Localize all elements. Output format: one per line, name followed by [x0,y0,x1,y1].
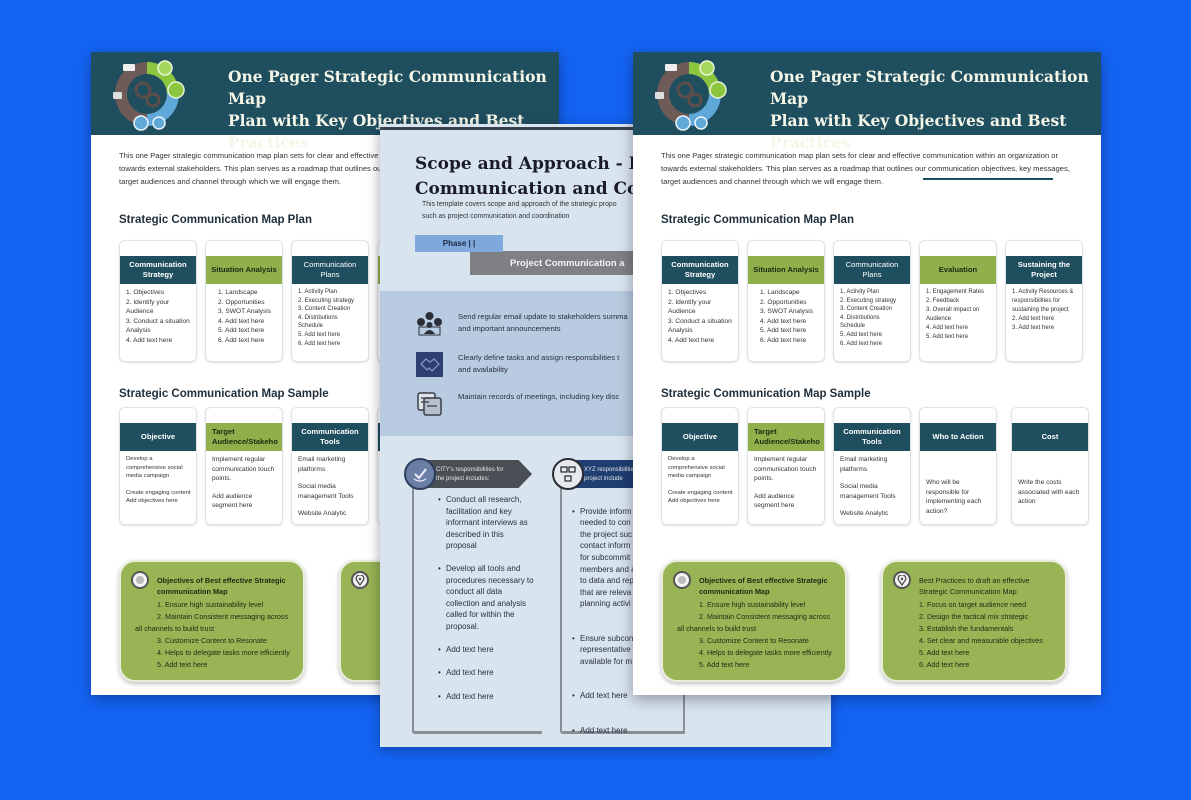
card-body: 1. Activity Plan 2. Executing strategy 3. … [298,289,355,347]
records-icon [417,392,442,416]
team-gears-icon [417,312,442,336]
sample-section-title: Strategic Communication Map Sample [661,388,871,400]
sample-card: Objective Develop a comprehensive social… [661,407,739,525]
chat-bubble-icon [673,571,691,589]
intro-text: This one Pager strategic communication m… [661,151,1070,186]
plan-card: Situation Analysis 1. Landscape 2. Opport… [205,240,283,362]
responsibility-list: Conduct all research, facilitation and k… [438,494,536,714]
objectives-title: Objectives of Best effective Strategic c… [157,576,286,596]
sample-card: Who to Action Who will be responsible fo… [919,407,997,525]
page-header: One Pager Strategic Communication Map Pl… [633,52,1101,152]
card-body: Implement regular communication touch po… [754,456,817,510]
card-header: Situation Analysis [748,256,824,284]
card-header: Objective [120,423,196,451]
objectives-list: 1. Ensure high sustainability level 2. M… [135,600,290,670]
sample-card: Cost Write the costs associated with eac… [1011,407,1089,525]
card-body: 1. Activity Resources & responsibilities… [1012,289,1074,331]
page-header: One Pager Strategic Communication Map Pl… [91,52,559,152]
card-header: Target Audience/Stakeho [206,423,282,451]
sample-card: Objective Develop a comprehensive social… [119,407,197,525]
chat-bubble-icon [131,571,149,589]
card-body: 1. Engagement Rates2. Feedback3. Overall… [926,289,985,340]
page-title: One Pager Strategic Communication Map Pl… [770,67,1089,152]
card-body: Email marketing platforms Social media ma… [298,456,354,518]
sample-cards: Objective Develop a comprehensive social… [661,407,1089,525]
band-item: Clearly define tasks and assign responsi… [416,352,619,377]
card-header: Communication Tools [292,423,368,451]
plan-cards: Communication Strategy 1. Objectives 2. I… [661,240,1083,362]
card-header: Communication Strategy [120,256,196,284]
city-responsibilities: CITY's responsibilities for the project … [400,454,542,736]
best-practices-list: 1. Focus on target audience need 2. Desi… [919,600,1043,670]
card-header: Communication Plans [834,256,910,284]
plan-card: Communication Strategy 1. Objectives 2. I… [661,240,739,362]
card-header: Who to Action [920,423,996,451]
objectives-box: Objectives of Best effective Strategic c… [119,560,305,682]
card-body: Who will be responsible for implementing… [926,479,982,515]
plan-card: Sustaining the Project 1. Activity Resou… [1005,240,1083,362]
scope-description: This template covers scope and approach … [422,201,617,220]
card-header: Communication Tools [834,423,910,451]
flowchart-badge-icon [552,458,584,490]
card-body: Write the costs associated with each act… [1018,479,1080,506]
sample-card: Target Audience/Stakeho Implement regula… [747,407,825,525]
card-body: Email marketing platforms Social media ma… [840,456,896,518]
objectives-title: Objectives of Best effective Strategic c… [699,576,828,596]
sample-card: Communication Tools Email marketing plat… [291,407,369,525]
plan-card: Evaluation 1. Engagement Rates2. Feedbac… [919,240,997,362]
objectives-box: Objectives of Best effective Strategic c… [661,560,847,682]
sample-section-title: Strategic Communication Map Sample [119,388,329,400]
plan-card: Communication Strategy 1. Objectives 2. I… [119,240,197,362]
card-header: Objective [662,423,738,451]
plan-section-title: Strategic Communication Map Plan [119,214,312,226]
checkmark-badge-icon [404,458,436,490]
plan-section-title: Strategic Communication Map Plan [661,214,854,226]
band-item: Maintain records of meetings, including … [416,391,619,416]
gears-logo-icon [113,60,185,131]
card-header: Communication Strategy [662,256,738,284]
card-header: Evaluation [920,256,996,284]
card-body: Develop a comprehensive social media cam… [126,456,191,505]
best-practices-title: Best Practices to draft an effective Str… [919,576,1030,596]
sample-card: Target Audience/Stakeho Implement regula… [205,407,283,525]
column-heading: CITY's responsibilities for the project … [420,460,532,488]
card-header: Situation Analysis [206,256,282,284]
card-header: Sustaining the Project [1006,256,1082,284]
divider [923,178,1053,180]
plan-card: Situation Analysis 1. Landscape 2. Opport… [747,240,825,362]
card-body: 1. Objectives 2. Identify your Audience 3.… [126,289,190,344]
card-body: Develop a comprehensive social media cam… [668,456,733,505]
handshake-icon [416,352,443,377]
card-header: Communication Plans [292,256,368,284]
sample-card: Communication Tools Email marketing plat… [833,407,911,525]
plan-card: Communication Plans 1. Activity Plan 2. E… [833,240,911,362]
band-item: Send regular email update to stakeholder… [416,311,628,336]
card-body: 1. Objectives 2. Identify your Audience 3.… [668,289,732,344]
objectives-list: 1. Ensure high sustainability level 2. M… [677,600,832,670]
phase-label: Phase | | [415,235,503,252]
best-practices-box: Best Practices to draft an effective Str… [881,560,1067,682]
plan-card: Communication Plans 1. Activity Plan 2. E… [291,240,369,362]
card-body: 1. Landscape 2. Opportunities 3. SWOT Anal… [218,289,272,344]
location-pin-icon [893,571,911,589]
right-one-pager: One Pager Strategic Communication Map Pl… [633,52,1101,695]
location-pin-icon [351,571,369,589]
card-body: Implement regular communication touch po… [212,456,275,510]
card-body: 1. Landscape 2. Opportunities 3. SWOT Anal… [760,289,814,344]
gears-logo-icon [655,60,727,131]
card-header: Target Audience/Stakeho [748,423,824,451]
card-header: Cost [1012,423,1088,451]
card-body: 1. Activity Plan 2. Executing strategy 3. … [840,289,897,347]
